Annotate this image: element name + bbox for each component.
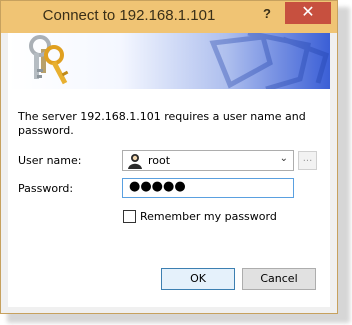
close-button[interactable]: ✕ <box>285 2 331 24</box>
chevron-down-icon[interactable]: ⌄ <box>280 153 288 164</box>
dialog-banner <box>8 33 330 89</box>
title-bar[interactable]: Connect to 192.168.1.101 ? ✕ <box>1 1 337 33</box>
banner-art <box>29 33 330 89</box>
ok-button[interactable]: OK <box>161 268 235 290</box>
password-label: Password: <box>18 182 74 195</box>
remember-label[interactable]: Remember my password <box>140 210 277 223</box>
browse-button[interactable]: ... <box>298 151 317 170</box>
dialog-title: Connect to 192.168.1.101 <box>42 7 216 24</box>
cancel-button[interactable]: Cancel <box>242 268 316 290</box>
server-message: The server 192.168.1.101 requires a user… <box>18 110 306 137</box>
username-combo[interactable]: root ⌄ <box>122 150 294 171</box>
user-icon <box>127 153 143 173</box>
password-field[interactable]: ●●●●● <box>122 178 294 198</box>
help-button[interactable]: ? <box>253 3 281 25</box>
remember-checkbox[interactable] <box>123 210 136 223</box>
keys-icon <box>29 35 69 85</box>
username-label: User name: <box>18 154 82 167</box>
username-value: root <box>148 154 171 167</box>
